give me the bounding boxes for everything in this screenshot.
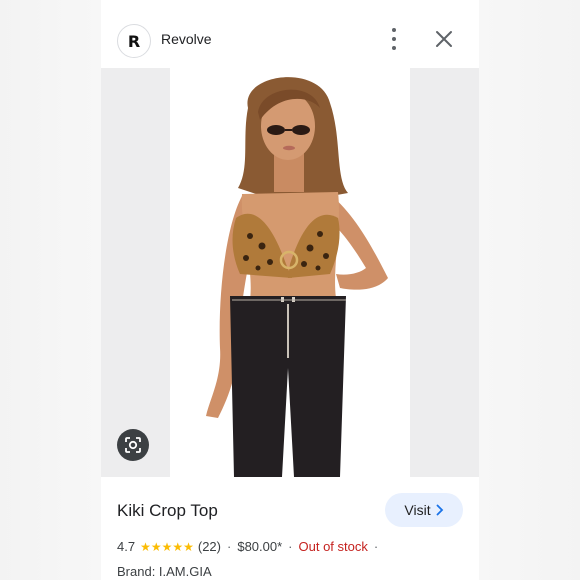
model-illustration: [206, 77, 388, 477]
panel-header: R Revolve: [101, 0, 479, 68]
more-vert-icon[interactable]: [387, 28, 401, 50]
separator: ·: [227, 539, 232, 554]
product-title[interactable]: Kiki Crop Top: [117, 501, 218, 521]
price: $80.00*: [237, 539, 283, 554]
favicon-letter: R: [127, 31, 141, 51]
visit-label: Visit: [404, 502, 431, 518]
product-brand: Brand: I.AM.GIA: [117, 564, 212, 579]
rating-value: 4.7: [117, 539, 136, 554]
lens-search-icon: [125, 437, 141, 453]
site-name[interactable]: Revolve: [161, 31, 212, 47]
review-count: (22): [197, 539, 221, 554]
product-info: Kiki Crop Top Visit 4.7 ★★★★★ (22) · $80…: [101, 477, 479, 580]
separator: ·: [288, 539, 293, 554]
star-rating-icon: ★★★★★: [140, 539, 194, 554]
close-icon[interactable]: [435, 30, 453, 48]
chevron-right-icon: [436, 504, 443, 516]
image-viewer: [101, 68, 479, 477]
site-favicon: R: [117, 24, 151, 58]
visit-button[interactable]: Visit: [385, 493, 463, 527]
availability-status: Out of stock: [298, 539, 368, 554]
image-preview-panel: R Revolve Kiki Crop Top Visit 4.7 ★★★★★ …: [101, 0, 479, 580]
product-meta: 4.7 ★★★★★ (22) · $80.00* · Out of stock …: [117, 539, 384, 554]
product-image[interactable]: [170, 68, 410, 477]
lens-search-button[interactable]: [117, 429, 149, 461]
separator: ·: [373, 539, 379, 554]
